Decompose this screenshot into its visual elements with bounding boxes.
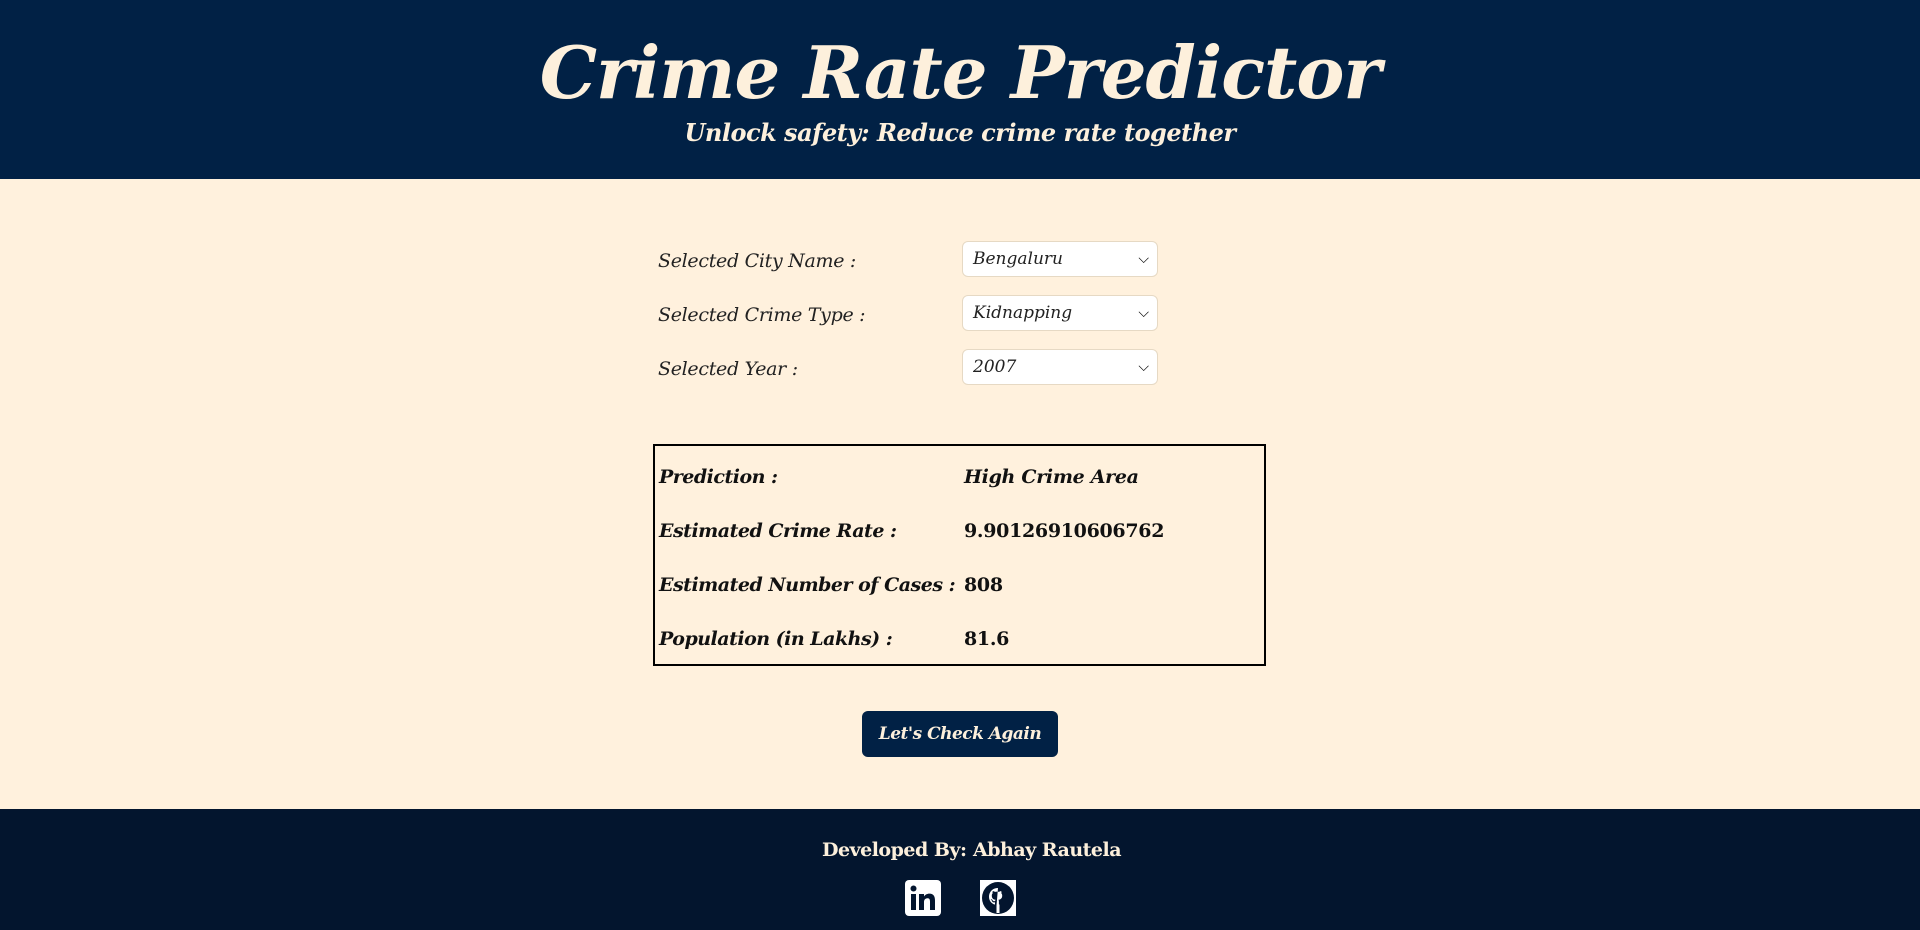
- prediction-value: High Crime Area: [964, 466, 1139, 488]
- cases-label: Estimated Number of Cases :: [659, 574, 956, 596]
- page-title: Crime Rate Predictor: [539, 30, 1382, 115]
- cases-value: 808: [964, 574, 1003, 596]
- developer-name: Abhay Rautela: [973, 839, 1122, 861]
- developed-by-label: Developed By:: [822, 839, 967, 861]
- chevron-down-icon: ⌵: [1138, 359, 1149, 375]
- prediction-result-box: Prediction : High Crime Area Estimated C…: [653, 444, 1266, 666]
- year-select[interactable]: 2007 ⌵: [962, 349, 1158, 385]
- crime-type-select[interactable]: Kidnapping ⌵: [962, 295, 1158, 331]
- city-row: Selected City Name : Bengaluru ⌵: [658, 240, 1168, 294]
- crime-type-select-value: Kidnapping: [973, 303, 1073, 323]
- check-again-button[interactable]: Let's Check Again: [862, 711, 1058, 757]
- city-select-value: Bengaluru: [973, 249, 1063, 269]
- prediction-label: Prediction :: [659, 466, 778, 488]
- crime-type-row: Selected Crime Type : Kidnapping ⌵: [658, 294, 1168, 348]
- crime-type-label: Selected Crime Type :: [658, 304, 866, 326]
- year-row: Selected Year : 2007 ⌵: [658, 348, 1168, 402]
- chevron-down-icon: ⌵: [1138, 251, 1149, 267]
- population-label: Population (in Lakhs) :: [659, 628, 893, 650]
- prediction-form: Selected City Name : Bengaluru ⌵ Selecte…: [658, 240, 1168, 402]
- crime-rate-label: Estimated Crime Rate :: [659, 520, 897, 542]
- city-label: Selected City Name :: [658, 250, 856, 272]
- year-select-value: 2007: [973, 357, 1017, 377]
- page-footer: Developed By: Abhay Rautela: [0, 809, 1920, 930]
- year-label: Selected Year :: [658, 358, 798, 380]
- prediction-row: Prediction : High Crime Area: [659, 462, 1259, 492]
- population-row: Population (in Lakhs) : 81.6: [659, 624, 1259, 654]
- page-subtitle: Unlock safety: Reduce crime rate togethe…: [684, 118, 1236, 147]
- chevron-down-icon: ⌵: [1138, 305, 1149, 321]
- crime-rate-value: 9.90126910606762: [964, 520, 1165, 542]
- city-select[interactable]: Bengaluru ⌵: [962, 241, 1158, 277]
- crime-rate-row: Estimated Crime Rate : 9.90126910606762: [659, 516, 1259, 546]
- linkedin-icon[interactable]: [905, 880, 941, 916]
- population-value: 81.6: [964, 628, 1010, 650]
- page-header: Crime Rate Predictor Unlock safety: Redu…: [0, 0, 1920, 179]
- github-icon[interactable]: [980, 880, 1016, 916]
- cases-row: Estimated Number of Cases : 808: [659, 570, 1259, 600]
